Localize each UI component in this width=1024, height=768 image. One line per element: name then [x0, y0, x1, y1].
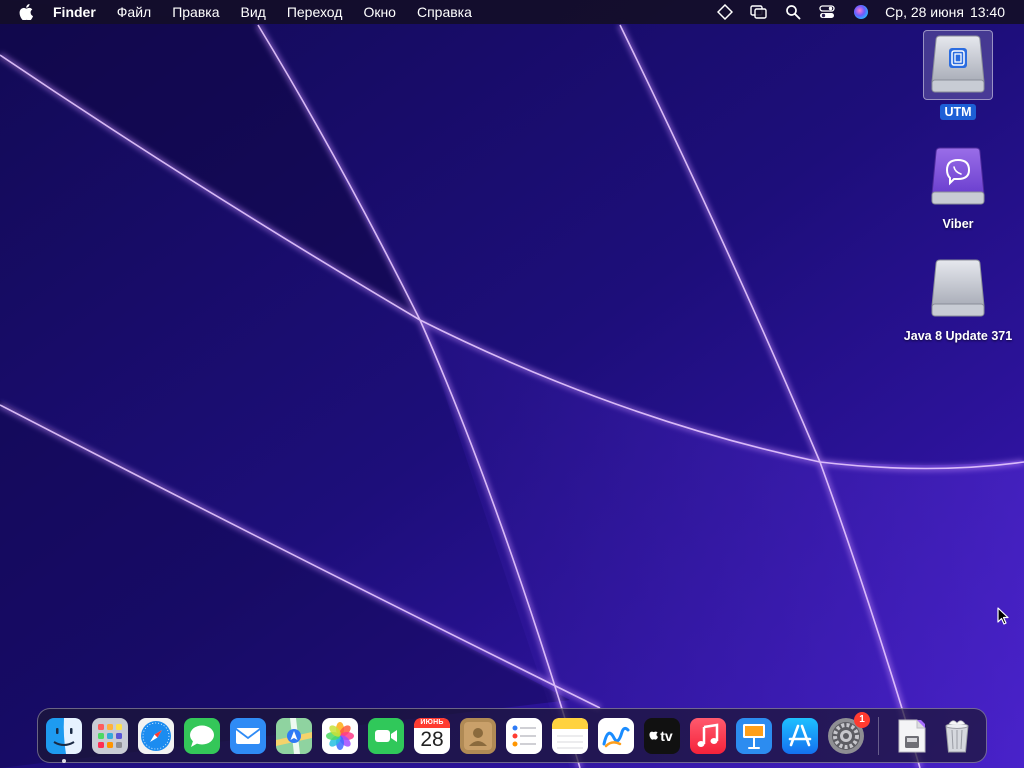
menu-window[interactable]: Окно [363, 0, 396, 24]
desktop-icon-label: Java 8 Update 371 [903, 329, 1013, 343]
viber-disk-icon [923, 142, 993, 212]
contacts-icon [460, 717, 496, 754]
keynote-icon [736, 717, 772, 754]
menu-go[interactable]: Переход [287, 0, 343, 24]
desktop-wallpaper [0, 0, 1024, 768]
dock-contacts[interactable] [460, 717, 496, 754]
utm-disk-icon [923, 30, 993, 100]
menu-bar-clock[interactable]: Ср, 28 июня 13:40 [885, 4, 1005, 20]
dock: ИЮНЬ 28 tv 1 [37, 708, 987, 763]
notes-icon [552, 717, 588, 754]
dock-reminders[interactable] [506, 717, 542, 754]
display-mirror-icon[interactable] [749, 3, 769, 21]
dock-separator [878, 716, 879, 755]
clock-date: Ср, 28 июня [885, 4, 964, 20]
menu-finder[interactable]: Finder [53, 0, 96, 24]
mail-icon [230, 717, 266, 754]
menu-file[interactable]: Файл [117, 0, 151, 24]
trash-icon [945, 719, 969, 752]
dock-keynote[interactable] [736, 717, 772, 754]
menu-bar: Finder Файл Правка Вид Переход Окно Спра… [0, 0, 1024, 24]
diamond-icon[interactable] [715, 3, 735, 21]
photos-icon [322, 717, 358, 754]
desktop-icon-java[interactable]: Java 8 Update 371 [898, 254, 1018, 345]
dock-system-settings[interactable]: 1 [828, 711, 870, 754]
menu-help[interactable]: Справка [417, 0, 472, 24]
siri-icon[interactable] [851, 3, 871, 21]
dock-photos[interactable] [322, 717, 358, 754]
dock-trash[interactable] [939, 718, 975, 754]
messages-icon [184, 717, 220, 754]
menu-view[interactable]: Вид [241, 0, 266, 24]
facetime-icon [368, 717, 404, 754]
calendar-day: 28 [420, 727, 444, 751]
desktop-icon-label: UTM [940, 104, 976, 120]
maps-icon [276, 717, 312, 754]
mouse-cursor-icon [997, 607, 1009, 625]
dock-downloads[interactable] [893, 718, 929, 754]
dock-launchpad[interactable] [92, 717, 128, 754]
dock-safari[interactable] [138, 717, 174, 754]
notification-badge: 1 [854, 711, 870, 728]
menu-bar-status: Ср, 28 июня 13:40 [715, 0, 1024, 24]
search-icon[interactable] [783, 3, 803, 21]
app-store-icon [782, 717, 818, 754]
control-center-icon[interactable] [817, 3, 837, 21]
running-indicator [62, 758, 66, 763]
dock-music[interactable] [690, 717, 726, 754]
menu-edit[interactable]: Правка [172, 0, 219, 24]
downloads-stack-icon [898, 719, 926, 752]
dock-finder[interactable] [46, 717, 82, 763]
dock-mail[interactable] [230, 717, 266, 754]
safari-icon [138, 717, 174, 754]
dock-notes[interactable] [552, 717, 588, 754]
dock-facetime[interactable] [368, 717, 404, 754]
launchpad-icon [92, 717, 128, 754]
dock-messages[interactable] [184, 717, 220, 754]
dock-calendar[interactable]: ИЮНЬ 28 [414, 717, 450, 754]
dock-freeform[interactable] [598, 717, 634, 754]
clock-time: 13:40 [969, 4, 1005, 20]
desktop-icon-label: Viber [942, 217, 974, 231]
dock-maps[interactable] [276, 717, 312, 754]
apple-logo-icon[interactable] [18, 4, 34, 20]
finder-icon [46, 717, 82, 754]
music-icon [690, 717, 726, 754]
desktop-icon-viber[interactable]: Viber [898, 142, 1018, 233]
java-disk-icon [923, 254, 993, 324]
reminders-icon [506, 717, 542, 754]
menu-bar-left: Finder Файл Правка Вид Переход Окно Спра… [0, 0, 493, 24]
desktop-icon-utm[interactable]: UTM [898, 30, 1018, 121]
calendar-month: ИЮНЬ [420, 718, 444, 726]
dock-apple-tv[interactable]: tv [644, 717, 680, 754]
dock-app-store[interactable] [782, 717, 818, 754]
apple-tv-label: tv [660, 727, 673, 744]
freeform-icon [598, 717, 634, 754]
